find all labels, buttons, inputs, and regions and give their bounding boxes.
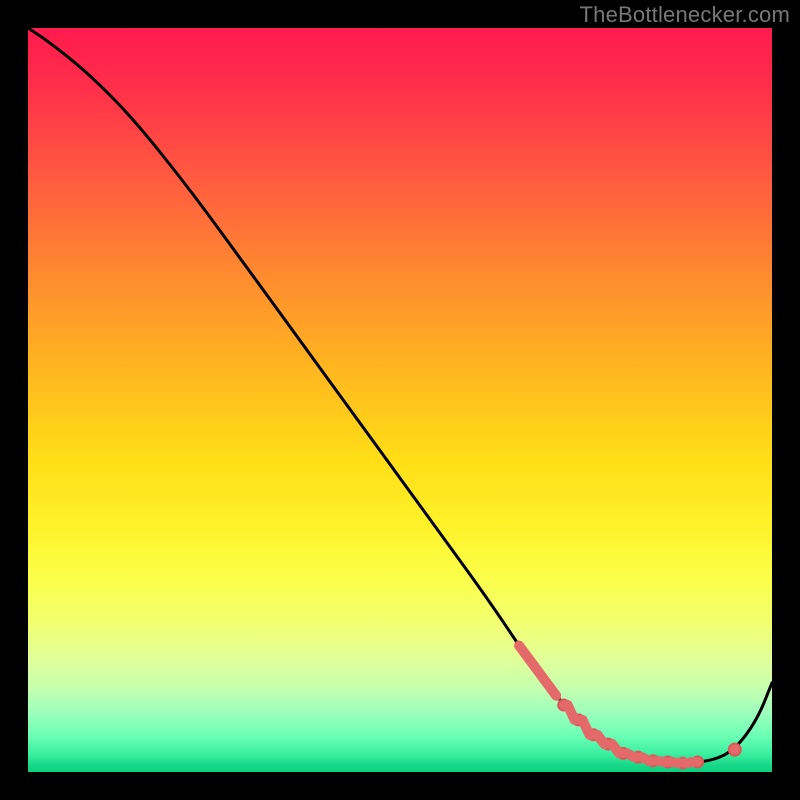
- plot-area: [28, 28, 772, 772]
- highlight-dots: [519, 646, 741, 769]
- watermark-label: TheBottlenecker.com: [580, 2, 790, 28]
- chart-stage: TheBottlenecker.com: [0, 0, 800, 800]
- highlight-dash: [612, 744, 619, 753]
- highlight-dash: [583, 720, 590, 735]
- highlight-dash: [657, 761, 664, 762]
- highlight-dash: [568, 705, 575, 720]
- bottleneck-curve: [28, 28, 772, 763]
- highlight-seg-left: [519, 646, 556, 696]
- highlight-dot-right: [729, 744, 741, 756]
- highlight-dash: [642, 757, 649, 761]
- highlight-dash: [687, 762, 694, 763]
- highlight-dash: [627, 753, 634, 757]
- curve-layer: [28, 28, 772, 772]
- highlight-dash: [597, 735, 604, 744]
- highlight-dash: [672, 762, 679, 763]
